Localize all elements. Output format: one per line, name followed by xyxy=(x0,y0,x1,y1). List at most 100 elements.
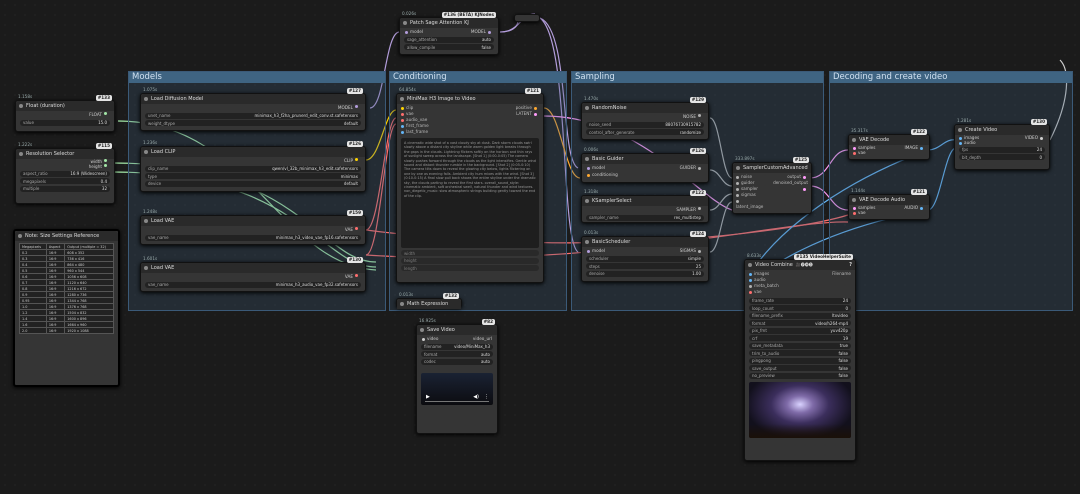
input-slot[interactable]: last_frame xyxy=(401,129,429,135)
node-header[interactable]: VAE Decode Audio xyxy=(849,195,929,205)
input-dot-icon[interactable] xyxy=(749,290,752,294)
collapse-dot-icon[interactable] xyxy=(144,150,148,154)
widget-sage-attention[interactable]: sage_attention auto xyxy=(404,36,494,43)
output-slot[interactable]: AUDIO xyxy=(904,205,925,210)
input-slot[interactable]: model xyxy=(587,248,605,253)
node-basic-scheduler[interactable]: 0.013s #124 BasicScheduler model SIGMAS s… xyxy=(581,230,709,282)
node-ksampler-select[interactable]: 1.318s #122 KSamplerSelect SAMPLER sampl… xyxy=(581,189,709,223)
collapse-dot-icon[interactable] xyxy=(19,104,23,108)
collapse-dot-icon[interactable] xyxy=(852,198,856,202)
widget-vae-name[interactable]: vae_name minimax_h3_video_vae_fp16.safete… xyxy=(145,234,361,241)
input-slot[interactable]: audio xyxy=(955,140,1049,145)
node-header[interactable]: Load VAE xyxy=(141,216,365,226)
video-progress-bar[interactable] xyxy=(425,400,489,402)
node-header[interactable]: BasicScheduler xyxy=(582,237,708,247)
io-row[interactable]: model SIGMAS xyxy=(582,247,708,254)
collapse-dot-icon[interactable] xyxy=(18,234,22,238)
widget-format[interactable]: format auto xyxy=(421,351,493,357)
output-slot[interactable]: height xyxy=(16,164,114,169)
input-slot[interactable]: model xyxy=(587,165,605,170)
node-header[interactable]: Resolution Selector xyxy=(16,149,114,159)
input-dot-icon[interactable] xyxy=(736,181,739,185)
input-dot-icon[interactable] xyxy=(401,106,404,110)
input-slot[interactable]: vae xyxy=(749,289,779,295)
node-resolution-selector[interactable]: 1.222s #115 Resolution Selector width he… xyxy=(15,142,115,204)
node-header[interactable]: Video Combine 🎥🅥🅗🅢? xyxy=(745,260,855,270)
input-dot-icon[interactable] xyxy=(749,278,752,282)
node-header[interactable]: VAE Decode xyxy=(849,135,929,145)
output-slot[interactable]: LATENT xyxy=(516,111,539,117)
widget-steps[interactable]: steps 25 xyxy=(586,263,704,269)
widget-unet-name[interactable]: unet_name minimax_h3_f2ha_prunerd_edit_co… xyxy=(145,112,361,119)
output-slot[interactable]: CLIP xyxy=(141,157,365,164)
output-dot-icon[interactable] xyxy=(488,30,491,34)
widget-control-after-generate[interactable]: control_after_generate randomize xyxy=(586,129,704,135)
widget-trim-to-audio[interactable]: trim_to_audio false xyxy=(749,350,851,356)
output-dot-icon[interactable] xyxy=(355,158,358,161)
widget-no-preview[interactable]: no_preview false xyxy=(749,372,851,379)
input-slot[interactable]: latent_image xyxy=(736,198,767,210)
input-slot[interactable]: vae xyxy=(849,210,929,215)
output-slot[interactable]: MODEL xyxy=(471,29,493,34)
output-dot-icon[interactable] xyxy=(698,166,701,170)
output-slot[interactable]: IMAGE xyxy=(904,145,925,150)
node-save-video[interactable]: 16.925s #82 Save Video video video_url fi… xyxy=(416,318,498,434)
node-note-size-reference[interactable]: Note: Size Settings Reference Megapixels… xyxy=(13,229,120,387)
collapse-dot-icon[interactable] xyxy=(144,97,148,101)
output-slot[interactable]: SAMPLER xyxy=(582,206,708,213)
volume-icon[interactable]: ◀) xyxy=(473,394,479,400)
node-header[interactable]: Save Video xyxy=(417,325,497,335)
node-header[interactable]: Float (duration) xyxy=(16,101,114,111)
widget-loop-count[interactable]: loop_count 0 xyxy=(749,305,851,311)
node-header[interactable]: Load CLIP xyxy=(141,147,365,157)
collapse-dot-icon[interactable] xyxy=(958,128,962,132)
widget-weight-dtype[interactable]: weight_dtype default xyxy=(145,120,361,126)
input-dot-icon[interactable] xyxy=(736,199,739,203)
video-preview[interactable] xyxy=(749,381,851,438)
input-dot-icon[interactable] xyxy=(853,151,856,155)
output-dot-icon[interactable] xyxy=(104,164,107,167)
output-slot[interactable]: SIGMAS xyxy=(680,248,703,253)
widget-pingpong[interactable]: pingpong false xyxy=(749,357,851,364)
widget-denoise[interactable]: denoise 1.00 xyxy=(586,270,704,277)
node-vae-decode[interactable]: 35.317s #122 VAE Decode samples IMAGE vae xyxy=(848,128,930,160)
input-dot-icon[interactable] xyxy=(587,173,590,177)
video-player[interactable]: ▶ ◀) ⋮ xyxy=(421,372,493,405)
node-header[interactable]: SamplerCustomAdvanced xyxy=(733,163,811,173)
io-row[interactable]: model MODEL xyxy=(400,28,498,35)
collapse-dot-icon[interactable] xyxy=(585,106,589,110)
input-dot-icon[interactable] xyxy=(736,187,739,191)
node-math-expression[interactable]: 0.013s #132 Math Expression xyxy=(396,292,462,309)
input-dot-icon[interactable] xyxy=(401,124,404,128)
node-header[interactable]: Create Video xyxy=(955,125,1049,135)
widget-value[interactable]: value 15.0 xyxy=(20,119,110,126)
node-sampler-custom-advanced[interactable]: 333.897s #125 SamplerCustomAdvanced nois… xyxy=(732,156,812,214)
collapse-dot-icon[interactable] xyxy=(19,152,23,156)
output-slot[interactable]: VIDEO xyxy=(1025,135,1045,140)
input-dot-icon[interactable] xyxy=(587,249,590,253)
output-dot-icon[interactable] xyxy=(920,146,923,150)
node-header[interactable]: Math Expression xyxy=(397,299,461,309)
node-header[interactable]: Patch Sage Attention KJ xyxy=(400,18,498,28)
node-header[interactable]: Note: Size Settings Reference xyxy=(15,231,118,241)
collapse-dot-icon[interactable] xyxy=(736,166,740,170)
output-dot-icon[interactable] xyxy=(698,114,701,117)
group-decoding[interactable]: Decoding and create video xyxy=(829,71,1073,311)
output-dot-icon[interactable] xyxy=(698,249,701,253)
output-dot-icon[interactable] xyxy=(803,187,806,191)
widget-clip-name[interactable]: clip_name qwen/vl_32b_minimax_h3_edit.saf… xyxy=(145,165,361,172)
widget-allow-compile[interactable]: allow_compile false xyxy=(404,44,494,50)
widget-megapixels[interactable]: megapixels 0.4 xyxy=(20,178,110,184)
output-dot-icon[interactable] xyxy=(355,105,358,108)
collapse-dot-icon[interactable] xyxy=(400,97,404,101)
collapse-dot-icon[interactable] xyxy=(585,199,589,203)
node-vae-decode-audio[interactable]: 1.144s #121 VAE Decode Audio samples AUDI… xyxy=(848,188,930,220)
output-dot-icon[interactable] xyxy=(803,175,806,179)
widget-height[interactable]: height xyxy=(401,257,539,264)
node-video-combine[interactable]: 8.633s #135 VideoHelperSuite Video Combi… xyxy=(744,253,856,461)
input-dot-icon[interactable] xyxy=(401,118,404,122)
input-dot-icon[interactable] xyxy=(736,193,739,197)
widget-multiple[interactable]: multiple 32 xyxy=(20,185,110,192)
widget-fps[interactable]: fps 24 xyxy=(959,146,1045,153)
output-dot-icon[interactable] xyxy=(534,106,537,110)
